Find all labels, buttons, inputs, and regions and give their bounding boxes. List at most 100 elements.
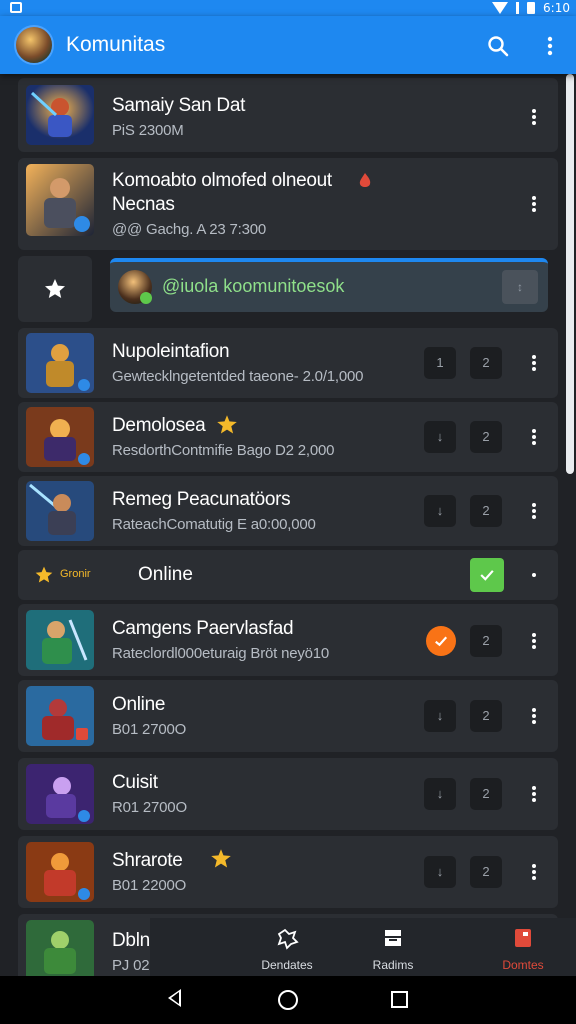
search-text: @iuola koomunitoesok bbox=[162, 276, 345, 296]
download-button[interactable]: ↓ bbox=[424, 856, 456, 888]
item-subtitle: ResdorthContmifie Bago D2 2,000 bbox=[112, 442, 335, 459]
download-button[interactable]: ↓ bbox=[424, 778, 456, 810]
check-icon bbox=[435, 636, 448, 647]
item-title: Online bbox=[112, 694, 166, 715]
item-menu-icon[interactable] bbox=[524, 704, 544, 728]
search-icon[interactable] bbox=[486, 34, 510, 58]
home-icon[interactable] bbox=[278, 990, 298, 1010]
item-subtitle: B01 2200O bbox=[112, 877, 187, 894]
puzzle-icon bbox=[277, 928, 299, 950]
search-field[interactable]: @iuola koomunitoesok ↕ bbox=[110, 258, 548, 312]
item-title: Shrarote bbox=[112, 850, 183, 871]
online-status-row[interactable]: Gronir Online bbox=[18, 550, 558, 600]
nav-item-domtes[interactable]: Domtes bbox=[470, 918, 576, 976]
recents-icon[interactable] bbox=[391, 991, 408, 1008]
download-button[interactable]: ↓ bbox=[424, 700, 456, 732]
list-item[interactable]: Nupoleintafion Gewtecklngetentded taeone… bbox=[18, 328, 558, 398]
star-icon bbox=[45, 279, 65, 298]
bottom-nav: Dendates Radims Domtes bbox=[150, 918, 576, 976]
download-button[interactable]: ↓ bbox=[424, 495, 456, 527]
game-thumbnail bbox=[26, 164, 94, 236]
count-button[interactable]: 2 bbox=[470, 495, 502, 527]
star-badge-icon bbox=[35, 566, 53, 583]
game-thumbnail bbox=[26, 686, 94, 746]
game-thumbnail bbox=[26, 610, 94, 670]
count-button[interactable]: 2 bbox=[470, 778, 502, 810]
count-button[interactable]: 2 bbox=[470, 625, 502, 657]
trophy-icon bbox=[217, 415, 237, 434]
status-label: Online bbox=[138, 564, 193, 585]
online-checkbox[interactable] bbox=[470, 558, 504, 592]
nav-label: Domtes bbox=[502, 958, 544, 972]
game-thumbnail bbox=[26, 920, 94, 976]
wifi-icon bbox=[516, 2, 520, 14]
item-title: Nupoleintafion bbox=[112, 341, 230, 362]
item-subtitle: @@ Gachg. A 23 7:300 bbox=[112, 221, 267, 238]
item-subtitle: Rateclordl000eturaig Bröt neyö10 bbox=[112, 645, 330, 662]
item-subtitle: Gewtecklngetentded taeone- 2.0/1,000 bbox=[112, 368, 364, 385]
item-subtitle: R01 2700O bbox=[112, 799, 187, 816]
small-dot-icon bbox=[532, 573, 536, 577]
item-title: Demolosea bbox=[112, 415, 206, 436]
item-title: Komoabto olmofed olneout bbox=[112, 170, 332, 191]
update-button[interactable] bbox=[426, 626, 456, 656]
item-subtitle: RateachComatutig E a0:00,000 bbox=[112, 516, 316, 533]
game-thumbnail bbox=[26, 842, 94, 902]
item-menu-icon[interactable] bbox=[524, 192, 544, 216]
favorite-button[interactable] bbox=[18, 256, 92, 322]
game-thumbnail bbox=[26, 85, 94, 145]
item-title: Samaiy San Dat bbox=[112, 95, 246, 116]
item-menu-icon[interactable] bbox=[524, 105, 544, 129]
app-bar: Komunitas bbox=[0, 16, 576, 74]
count-button[interactable]: 2 bbox=[470, 347, 502, 379]
nav-item-radims[interactable]: Radims bbox=[340, 918, 446, 976]
community-list[interactable]: Samaiy San Dat PiS 2300M Komoabto olmofe… bbox=[0, 74, 576, 976]
online-dot-icon bbox=[140, 292, 152, 304]
back-icon[interactable] bbox=[168, 989, 181, 1007]
item-menu-icon[interactable] bbox=[524, 860, 544, 884]
item-menu-icon[interactable] bbox=[524, 351, 544, 375]
item-title: Dbln: bbox=[112, 930, 155, 951]
check-icon bbox=[480, 570, 494, 581]
overflow-menu-icon[interactable] bbox=[538, 34, 562, 58]
system-nav-bar bbox=[0, 976, 576, 1024]
nav-label: Radims bbox=[372, 958, 414, 972]
nav-item-dendates[interactable]: Dendates bbox=[234, 918, 340, 976]
list-item[interactable]: Camgens Paervlasfad Rateclordl000eturaig… bbox=[18, 604, 558, 676]
avatar[interactable] bbox=[14, 25, 54, 65]
signal-icon bbox=[492, 2, 509, 14]
fire-icon bbox=[359, 173, 371, 187]
list-item[interactable]: Online B01 2700O ↓ 2 bbox=[18, 680, 558, 752]
item-title: Camgens Paervlasfad bbox=[112, 618, 294, 639]
item-menu-icon[interactable] bbox=[524, 782, 544, 806]
list-item[interactable]: Komoabto olmofed olneout Necnas @@ Gachg… bbox=[18, 158, 558, 250]
item-menu-icon[interactable] bbox=[524, 499, 544, 523]
item-subtitle: PiS 2300M bbox=[112, 122, 184, 139]
battery-icon bbox=[527, 2, 536, 14]
notification-icon bbox=[10, 2, 22, 13]
scrollbar[interactable] bbox=[566, 74, 574, 474]
trophy-icon bbox=[211, 849, 231, 868]
item-subtitle: B01 2700O bbox=[112, 721, 187, 738]
pinned-row: @iuola koomunitoesok ↕ bbox=[18, 256, 558, 322]
list-item[interactable]: Samaiy San Dat PiS 2300M bbox=[18, 78, 558, 152]
download-button[interactable]: ↓ bbox=[424, 421, 456, 453]
count-button[interactable]: 2 bbox=[470, 856, 502, 888]
nav-label: Dendates bbox=[261, 958, 313, 972]
game-thumbnail bbox=[26, 764, 94, 824]
game-thumbnail bbox=[26, 481, 94, 541]
item-menu-icon[interactable] bbox=[524, 425, 544, 449]
list-item[interactable]: Shrarote B01 2200O ↓ 2 bbox=[18, 836, 558, 908]
list-item[interactable]: Demolosea ResdorthContmifie Bago D2 2,00… bbox=[18, 402, 558, 472]
rank-button[interactable]: 1 bbox=[424, 347, 456, 379]
count-button[interactable]: 2 bbox=[470, 421, 502, 453]
count-button[interactable]: 2 bbox=[470, 700, 502, 732]
item-menu-icon[interactable] bbox=[524, 629, 544, 653]
status-right: 6:10 bbox=[492, 1, 570, 15]
game-thumbnail bbox=[26, 333, 94, 393]
list-item[interactable]: Remeg Peacunatöors RateachComatutig E a0… bbox=[18, 476, 558, 546]
sort-button[interactable]: ↕ bbox=[502, 270, 538, 304]
page-title: Komunitas bbox=[66, 33, 166, 56]
status-badge: Gronir bbox=[60, 568, 91, 580]
list-item[interactable]: Cuisit R01 2700O ↓ 2 bbox=[18, 758, 558, 830]
